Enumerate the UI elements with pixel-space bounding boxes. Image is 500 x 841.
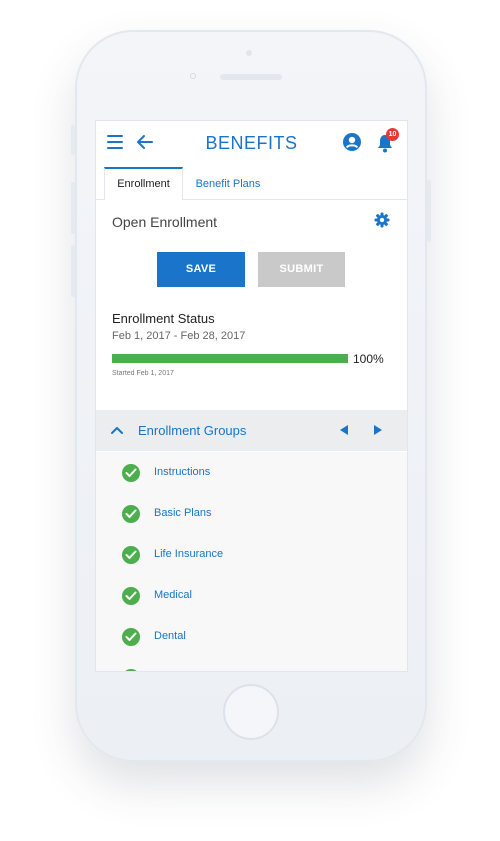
check-circle-icon: [122, 628, 140, 646]
notification-badge: 10: [386, 128, 399, 141]
section-title: Open Enrollment: [112, 214, 218, 230]
enrollment-dates: Feb 1, 2017 - Feb 28, 2017: [112, 330, 246, 342]
group-item-basic-plans[interactable]: Basic Plans: [96, 499, 407, 529]
group-label: Life Insurance: [154, 548, 224, 560]
check-circle-icon: [122, 669, 140, 671]
next-icon[interactable]: [374, 425, 382, 435]
group-item-instructions[interactable]: Instructions: [96, 458, 407, 488]
enrollment-status-title: Enrollment Status: [112, 311, 215, 326]
front-camera: [246, 50, 252, 56]
enrollment-groups-list: Instructions Basic Plans Life Insurance …: [96, 452, 407, 671]
mute-switch: [71, 125, 75, 155]
power-button: [427, 180, 431, 242]
progress-percent: 100%: [353, 352, 384, 366]
chevron-up-icon[interactable]: [110, 423, 124, 437]
save-button[interactable]: SAVE: [157, 252, 245, 287]
check-circle-icon: [122, 546, 140, 564]
group-item-life-insurance[interactable]: Life Insurance: [96, 540, 407, 570]
volume-down-button: [71, 245, 75, 297]
group-label: Medical: [154, 589, 192, 601]
group-label: Dental: [154, 630, 186, 642]
check-circle-icon: [122, 464, 140, 482]
tab-benefit-plans[interactable]: Benefit Plans: [188, 167, 268, 199]
user-icon[interactable]: [342, 132, 362, 152]
started-date: Started Feb 1, 2017: [112, 370, 174, 377]
proximity-sensor: [190, 73, 196, 79]
group-label: Instructions: [154, 466, 211, 478]
progress-bar: [112, 354, 348, 363]
check-circle-icon: [122, 505, 140, 523]
check-circle-icon: [122, 587, 140, 605]
tab-bar: Enrollment Benefit Plans: [96, 167, 407, 200]
group-label: Basic Plans: [154, 507, 212, 519]
enrollment-groups-header[interactable]: Enrollment Groups: [96, 410, 407, 451]
tab-enrollment[interactable]: Enrollment: [104, 167, 183, 200]
submit-button[interactable]: SUBMIT: [258, 252, 345, 287]
previous-icon[interactable]: [340, 425, 348, 435]
gear-icon[interactable]: [374, 212, 390, 228]
app-screen: BENEFITS 10 Enrollment Benefit Plans Ope…: [95, 120, 408, 672]
progress-fill: [112, 354, 348, 363]
app-bar: BENEFITS 10: [96, 121, 407, 165]
earpiece-speaker: [220, 74, 282, 80]
enrollment-groups-title: Enrollment Groups: [138, 423, 247, 438]
group-item-partial: [96, 663, 407, 671]
group-item-medical[interactable]: Medical: [96, 581, 407, 611]
group-item-dental[interactable]: Dental: [96, 622, 407, 652]
volume-up-button: [71, 182, 75, 234]
home-button[interactable]: [223, 684, 279, 740]
